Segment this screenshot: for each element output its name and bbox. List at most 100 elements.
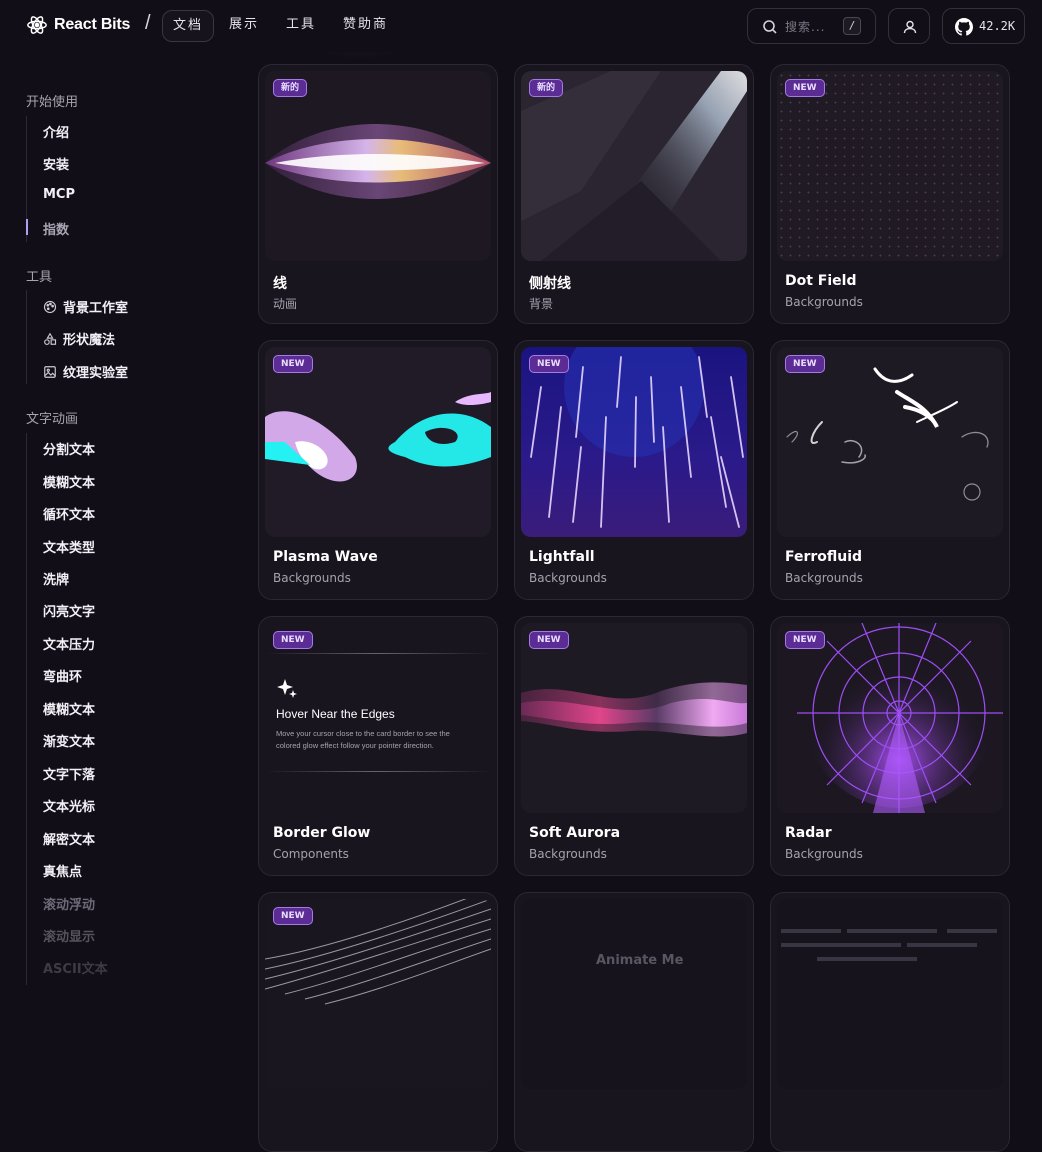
component-card[interactable]: Animate Me — [514, 892, 754, 1152]
sidebar-item-blur-text[interactable]: 模糊文本 — [43, 472, 95, 491]
search-icon — [763, 20, 777, 34]
top-bar: React Bits / 文档 展示 工具 赞助商 搜索... / 42.2K — [0, 0, 1042, 52]
card-preview — [265, 71, 491, 261]
new-badge: NEW — [785, 79, 825, 97]
preview-body: colored glow effect follow your pointer … — [276, 741, 434, 750]
sidebar-item-label: 背景工作室 — [63, 301, 129, 316]
new-badge: NEW — [785, 631, 825, 649]
card-title: Border Glow — [273, 825, 371, 841]
preview-label: Animate Me — [596, 953, 684, 968]
glow-line — [265, 771, 491, 772]
new-badge: NEW — [273, 355, 313, 373]
sidebar-item-falling-text[interactable]: 文字下落 — [43, 764, 95, 783]
glow-line — [265, 653, 491, 654]
sidebar-item-label: 纹理实验室 — [63, 366, 129, 381]
sidebar-item-shape-magic[interactable]: 形状魔法 — [43, 329, 115, 348]
component-card[interactable]: 新的 线 动画 — [258, 64, 498, 324]
component-card[interactable]: NEW Dot Field Backgrounds — [770, 64, 1010, 324]
card-preview — [265, 899, 491, 1089]
card-title: Dot Field — [785, 273, 857, 289]
tab-docs[interactable]: 文档 — [162, 10, 215, 42]
new-badge: NEW — [273, 907, 313, 925]
component-card[interactable]: NEW — [258, 892, 498, 1152]
component-card[interactable]: 新的 侧射线 背景 — [514, 64, 754, 324]
sidebar-item-split-text[interactable]: 分割文本 — [43, 439, 95, 458]
sidebar-item-index[interactable]: 指数 — [43, 219, 69, 238]
sidebar-item-label: 形状魔法 — [63, 333, 116, 348]
new-badge: NEW — [785, 355, 825, 373]
search-shortcut-key: / — [843, 17, 861, 35]
card-preview — [777, 347, 1003, 537]
image-icon — [44, 365, 56, 378]
github-button[interactable]: 42.2K — [942, 8, 1025, 44]
sidebar-item-decrypted-text[interactable]: 解密文本 — [43, 829, 95, 848]
sidebar-section-title: 文字动画 — [26, 412, 79, 427]
sidebar-section-title: 工具 — [26, 270, 53, 285]
sidebar-item-text-cursor[interactable]: 文本光标 — [43, 796, 95, 815]
component-card[interactable] — [770, 892, 1010, 1152]
component-card[interactable]: NEW Ferrofluid Backgrounds — [770, 340, 1010, 600]
component-card[interactable]: NEW Plasma Wave Backgrounds — [258, 340, 498, 600]
sidebar-item-scroll-reveal[interactable]: 滚动显示 — [43, 926, 95, 945]
sidebar-item-background-studio[interactable]: 背景工作室 — [43, 297, 128, 316]
breadcrumb-separator: / — [145, 12, 151, 34]
tab-sponsors[interactable]: 赞助商 — [333, 10, 398, 42]
search-box[interactable]: 搜索... / — [747, 8, 876, 44]
sidebar-item-fuzzy-text[interactable]: 模糊文本 — [43, 699, 95, 718]
component-card[interactable]: Hover Near the Edges Move your cursor cl… — [258, 616, 498, 876]
sidebar-item-texture-lab[interactable]: 纹理实验室 — [43, 362, 128, 381]
new-badge: NEW — [529, 355, 569, 373]
sidebar-item-text-pressure[interactable]: 文本压力 — [43, 634, 95, 653]
sidebar-item-text-type[interactable]: 文本类型 — [43, 537, 95, 556]
user-button[interactable] — [888, 8, 930, 44]
card-preview — [777, 71, 1003, 261]
sidebar-item-shiny-text[interactable]: 闪亮文字 — [43, 601, 95, 620]
sidebar-item-curved-loop[interactable]: 弯曲环 — [43, 666, 82, 685]
card-preview — [521, 347, 747, 537]
sidebar-item-shuffle[interactable]: 洗牌 — [43, 569, 69, 588]
preview-body: Move your cursor close to the card borde… — [276, 729, 450, 738]
card-preview — [521, 623, 747, 813]
card-title: 侧射线 — [529, 276, 571, 292]
sidebar-section-divider — [26, 290, 27, 384]
react-logo-icon — [27, 16, 47, 34]
card-title: Radar — [785, 825, 832, 841]
component-card[interactable]: NEW Soft Aurora Backgrounds — [514, 616, 754, 876]
preview-heading: Hover Near the Edges — [276, 707, 395, 721]
brand-logo[interactable]: React Bits — [26, 14, 130, 36]
palette-icon — [43, 300, 57, 313]
component-card[interactable]: NEW Radar Backgrounds — [770, 616, 1010, 876]
card-category: Backgrounds — [529, 847, 607, 861]
card-preview — [521, 71, 747, 261]
sidebar-section-divider — [26, 433, 27, 985]
sidebar-item-install[interactable]: 安装 — [43, 154, 69, 173]
card-category: 背景 — [529, 297, 554, 311]
user-icon — [903, 20, 917, 34]
sidebar-item-rotating-text[interactable]: 循环文本 — [43, 504, 95, 523]
sidebar-section-title: 开始使用 — [26, 95, 79, 110]
search-placeholder: 搜索... — [785, 20, 826, 34]
brand-name: React Bits — [54, 16, 131, 33]
card-category: Components — [273, 847, 349, 861]
sidebar-item-intro[interactable]: 介绍 — [43, 122, 69, 141]
shapes-icon — [44, 332, 57, 345]
tab-tools[interactable]: 工具 — [276, 10, 326, 42]
sidebar-item-ascii-text[interactable]: ASCII文本 — [43, 958, 108, 977]
component-card[interactable]: NEW Lightfall Backgrounds — [514, 340, 754, 600]
new-badge: NEW — [273, 631, 313, 649]
card-preview — [777, 623, 1003, 813]
card-category: Backgrounds — [785, 847, 863, 861]
card-title: Plasma Wave — [273, 549, 378, 565]
sidebar-item-gradient-text[interactable]: 渐变文本 — [43, 731, 95, 750]
sidebar-item-mcp[interactable]: MCP — [43, 187, 75, 202]
sidebar-item-true-focus[interactable]: 真焦点 — [43, 861, 82, 880]
sparkles-icon — [277, 679, 297, 698]
new-badge: 新的 — [529, 79, 564, 97]
tab-showcase[interactable]: 展示 — [219, 10, 269, 42]
new-badge: 新的 — [273, 79, 308, 97]
card-category: Backgrounds — [785, 295, 863, 309]
github-stars: 42.2K — [979, 19, 1016, 33]
card-preview — [265, 347, 491, 537]
sidebar-item-scroll-float[interactable]: 滚动浮动 — [43, 894, 95, 913]
card-title: Lightfall — [529, 549, 595, 565]
